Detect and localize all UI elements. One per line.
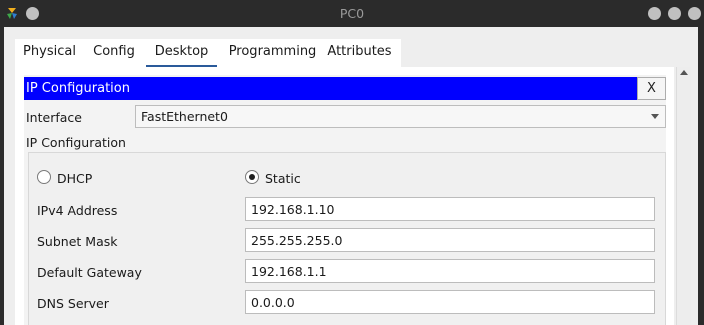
dns-server-label: DNS Server (37, 296, 109, 311)
static-radio[interactable] (245, 170, 259, 184)
title-bar: PC0 (0, 0, 704, 27)
tab-bar: Physical Config Desktop Programming Attr… (15, 39, 401, 67)
tab-programming[interactable]: Programming (224, 39, 321, 67)
dns-server-field[interactable] (245, 290, 655, 314)
close-window-button[interactable] (688, 7, 701, 20)
static-label: Static (265, 171, 301, 186)
ipv4-address-field[interactable] (245, 197, 655, 221)
scroll-up-arrow-icon[interactable] (680, 70, 688, 75)
minimize-button[interactable] (648, 7, 661, 20)
interface-label: Interface (26, 110, 82, 125)
interface-select-value: FastEthernet0 (141, 109, 228, 124)
dhcp-radio[interactable] (37, 170, 51, 184)
vertical-scrollbar[interactable] (676, 67, 691, 325)
panel-header-title: IP Configuration (24, 77, 637, 100)
ip-configuration-section-label: IP Configuration (26, 135, 126, 150)
subnet-mask-label: Subnet Mask (37, 234, 118, 249)
close-panel-button[interactable]: X (637, 77, 666, 100)
tab-attributes[interactable]: Attributes (326, 39, 393, 67)
interface-select[interactable]: FastEthernet0 (135, 105, 666, 128)
subnet-mask-field[interactable] (245, 228, 655, 252)
default-gateway-field[interactable] (245, 259, 655, 283)
chevron-down-icon (651, 114, 659, 119)
window-title: PC0 (339, 6, 365, 21)
maximize-button[interactable] (668, 7, 681, 20)
tab-config[interactable]: Config (89, 39, 139, 67)
default-gateway-label: Default Gateway (37, 265, 142, 280)
tab-desktop[interactable]: Desktop (146, 39, 217, 67)
dhcp-label: DHCP (57, 171, 93, 186)
ipv4-address-label: IPv4 Address (37, 203, 118, 218)
tab-physical[interactable]: Physical (18, 39, 81, 67)
